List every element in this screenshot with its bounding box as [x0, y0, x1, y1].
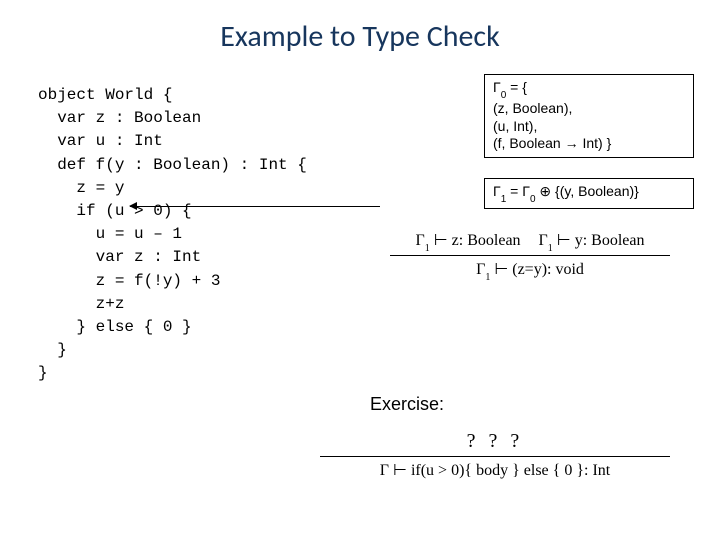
gamma0-eq: = {: [506, 79, 527, 95]
gamma1-a: Γ: [493, 183, 501, 199]
gamma0-l3: (f, Boolean → Int) }: [493, 135, 611, 151]
gamma1-box: Γ1 = Γ0 ⊕ {(y, Boolean)}: [484, 178, 694, 209]
gamma1-b: = Γ: [506, 183, 530, 199]
gamma0-box: Γ0 = { (z, Boolean), (u, Int), (f, Boole…: [484, 74, 694, 158]
inference-rule-1: Γ1 ⊢ z: Boolean Γ1 ⊢ y: Boolean Γ1 ⊢ (z=…: [390, 230, 670, 281]
rule2-line: [320, 456, 670, 457]
rule1-num-left: Γ1 ⊢ z: Boolean: [415, 230, 520, 252]
gamma0-l2: (u, Int),: [493, 118, 537, 134]
gamma0-sym: Γ: [493, 79, 501, 95]
gamma1-c: ⊕ {(y, Boolean)}: [536, 183, 639, 199]
exercise-label: Exercise:: [370, 394, 444, 415]
rule1-line: [390, 255, 670, 256]
gamma1-sub-b: 0: [530, 194, 536, 205]
rule2-den: Γ ⊢ if(u > 0){ body } else { 0 }: Int: [320, 458, 670, 480]
slide-title: Example to Type Check: [0, 0, 720, 55]
inference-rule-2: ? ? ? Γ ⊢ if(u > 0){ body } else { 0 }: …: [320, 430, 670, 480]
arrow-zy: [130, 206, 380, 207]
gamma0-l1: (z, Boolean),: [493, 100, 572, 116]
code-block: object World { var z : Boolean var u : I…: [38, 84, 307, 385]
rule1-num-right: Γ1 ⊢ y: Boolean: [539, 230, 645, 252]
rule1-den: Γ1 ⊢ (z=y): void: [390, 257, 670, 281]
rule2-num: ? ? ?: [320, 430, 670, 455]
gamma1-sub-a: 1: [501, 194, 507, 205]
gamma0-sub: 0: [501, 90, 507, 101]
